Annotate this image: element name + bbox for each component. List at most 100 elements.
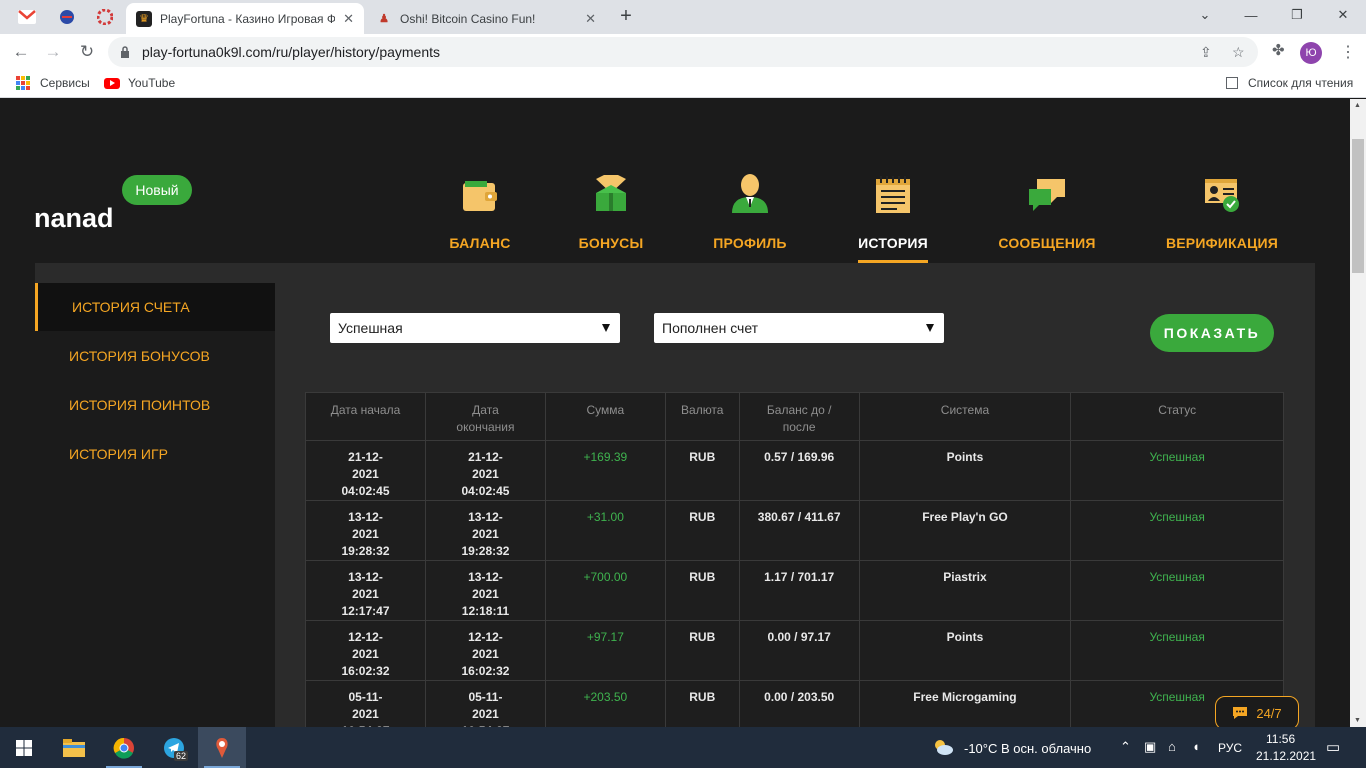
gift-icon: [596, 175, 626, 211]
support-chat-button[interactable]: 24/7: [1215, 696, 1299, 727]
clock-time[interactable]: 11:56: [1266, 732, 1295, 746]
scroll-down-arrow-icon[interactable]: ▼: [1354, 717, 1361, 724]
pinned-tab-2[interactable]: [50, 4, 84, 30]
scroll-up-arrow-icon[interactable]: ▲: [1354, 102, 1361, 109]
close-tab-icon[interactable]: ✕: [343, 11, 354, 27]
start-button[interactable]: [0, 727, 48, 768]
cell-balance: 380.67 / 411.67: [738, 500, 860, 561]
minimize-button[interactable]: —: [1228, 0, 1274, 30]
scroll-thumb[interactable]: [1352, 139, 1364, 273]
browser-tab-strip: ♛ PlayFortuna - Казино Игровая Ф ✕ ♟ Osh…: [0, 0, 1366, 34]
browser-menu-icon[interactable]: ⋮: [1340, 42, 1356, 62]
windows-taskbar: 62 -10°C В осн. облачно ⌃ ▣ ⌂ ◖ РУС 11:5…: [0, 727, 1366, 768]
extensions-puzzle-icon[interactable]: ✤: [1272, 41, 1285, 59]
new-tab-button[interactable]: +: [614, 6, 638, 28]
cell-currency: RUB: [664, 500, 740, 561]
type-select[interactable]: Пополнен счет: [654, 313, 944, 343]
tab-label: БОНУСЫ: [578, 235, 644, 251]
back-button[interactable]: ←: [8, 40, 34, 64]
reload-button[interactable]: ↻: [74, 40, 100, 64]
cell-system: Points: [858, 440, 1072, 501]
notifications-icon[interactable]: ▭: [1326, 738, 1340, 756]
profile-avatar[interactable]: Ю: [1300, 42, 1322, 64]
cell-start-date: 13-12-2021 12:17:47: [305, 560, 426, 621]
share-icon[interactable]: ⇪: [1200, 44, 1212, 61]
language-indicator[interactable]: РУС: [1218, 741, 1242, 755]
network-icon[interactable]: ⌂: [1168, 739, 1176, 754]
bookmarks-bar: Сервисы YouTube Список для чтения: [0, 70, 1366, 98]
reading-list[interactable]: Список для чтения: [1226, 76, 1353, 90]
tab-messages[interactable]: СООБЩЕНИЯ: [967, 169, 1127, 251]
weather-text[interactable]: -10°C В осн. облачно: [964, 741, 1091, 756]
sidebar-item-games-history[interactable]: ИСТОРИЯ ИГР: [35, 430, 275, 478]
clock-date[interactable]: 21.12.2021: [1256, 749, 1316, 763]
table-header-row: Дата начала Дата окончания Сумма Валюта …: [305, 392, 1284, 441]
taskbar-telegram[interactable]: 62: [150, 727, 198, 768]
sidebar-item-bonus-history[interactable]: ИСТОРИЯ БОНУСОВ: [35, 332, 275, 380]
cell-balance: 0.57 / 169.96: [738, 440, 860, 501]
cell-status: Успешная: [1070, 440, 1284, 501]
id-card-icon: [1205, 179, 1239, 212]
restore-button[interactable]: ❐: [1274, 0, 1320, 30]
show-button[interactable]: ПОКАЗАТЬ: [1150, 314, 1274, 352]
close-window-button[interactable]: ✕: [1320, 0, 1366, 30]
lock-icon: [121, 46, 129, 58]
address-bar[interactable]: play-fortuna0k9l.com/ru/player/history/p…: [108, 37, 1258, 67]
tab-bonuses[interactable]: БОНУСЫ: [531, 169, 691, 251]
tab-playfortuna[interactable]: ♛ PlayFortuna - Казино Игровая Ф ✕: [126, 3, 364, 34]
cell-end-date: 12-12-2021 16:02:32: [424, 620, 546, 681]
volume-icon[interactable]: ◖: [1192, 739, 1200, 754]
tab-label: ИСТОРИЯ: [858, 235, 928, 251]
bookmark-label: YouTube: [128, 76, 176, 90]
status-select[interactable]: Успешная: [330, 313, 620, 343]
tab-history[interactable]: ИСТОРИЯ: [813, 169, 973, 263]
gmail-icon: [18, 10, 36, 24]
table-row: 13-12-2021 19:28:32 13-12-2021 19:28:32 +3…: [305, 500, 1284, 561]
sidebar-item-account-history[interactable]: ИСТОРИЯ СЧЕТА: [35, 283, 275, 331]
cell-status: Успешная: [1070, 560, 1284, 621]
tab-verification[interactable]: ВЕРИФИКАЦИЯ: [1142, 169, 1302, 251]
bookmark-label: Сервисы: [40, 76, 90, 90]
tab-oshi[interactable]: ♟ Oshi! Bitcoin Casino Fun! ✕: [366, 3, 606, 34]
chat-bubble-icon: [1233, 707, 1248, 719]
bookmark-apps[interactable]: Сервисы: [16, 76, 90, 90]
page-scrollbar[interactable]: ▲ ▼: [1350, 99, 1366, 727]
bookmark-star-icon[interactable]: ☆: [1232, 44, 1245, 61]
column-header: Баланс до / после: [738, 392, 860, 441]
reading-list-label: Список для чтения: [1248, 76, 1354, 90]
pinned-tab-3[interactable]: [88, 4, 122, 30]
reading-list-icon: [1226, 77, 1238, 89]
history-sidebar: ИСТОРИЯ СЧЕТА ИСТОРИЯ БОНУСОВ ИСТОРИЯ ПО…: [35, 283, 275, 727]
type-select-value: Пополнен счет: [662, 320, 759, 336]
apps-grid-icon: [16, 76, 30, 90]
column-header: Сумма: [544, 392, 666, 441]
taskbar-file-explorer[interactable]: [50, 727, 98, 768]
tray-chevron-icon[interactable]: ⌃: [1120, 739, 1131, 755]
site-icon: [60, 10, 74, 24]
column-header: Статус: [1070, 392, 1284, 441]
chrome-icon: [113, 737, 134, 759]
cell-end-date: 13-12-2021 19:28:32: [424, 500, 546, 561]
oshi-favicon: ♟: [379, 13, 389, 25]
forward-button[interactable]: →: [40, 40, 66, 64]
close-tab-icon[interactable]: ✕: [585, 11, 596, 27]
table-row: 13-12-2021 12:17:47 13-12-2021 12:18:11 +7…: [305, 560, 1284, 621]
cell-currency: RUB: [664, 440, 740, 501]
cell-start-date: 13-12-2021 19:28:32: [305, 500, 426, 561]
taskbar-chrome[interactable]: [100, 727, 148, 768]
cell-balance: 0.00 / 203.50: [738, 680, 860, 727]
dropdown-arrow-icon: [602, 324, 610, 332]
cell-end-date: 21-12-2021 04:02:45: [424, 440, 546, 501]
username: nanad: [34, 203, 114, 233]
bookmark-youtube[interactable]: YouTube: [104, 76, 175, 90]
camera-tray-icon[interactable]: ▣: [1144, 739, 1156, 755]
pinned-tab-gmail[interactable]: [10, 4, 44, 30]
weather-cloud-icon: [935, 740, 953, 755]
tab-search-chevron-icon[interactable]: ⌄: [1182, 0, 1228, 30]
playfortuna-favicon: ♛: [136, 10, 152, 27]
column-header: Дата начала: [305, 392, 426, 441]
tab-profile[interactable]: ПРОФИЛЬ: [670, 169, 830, 251]
sidebar-item-points-history[interactable]: ИСТОРИЯ ПОИНТОВ: [35, 381, 275, 429]
taskbar-app-active[interactable]: [198, 727, 246, 768]
table-row: 21-12-2021 04:02:45 21-12-2021 04:02:45 +1…: [305, 440, 1284, 501]
